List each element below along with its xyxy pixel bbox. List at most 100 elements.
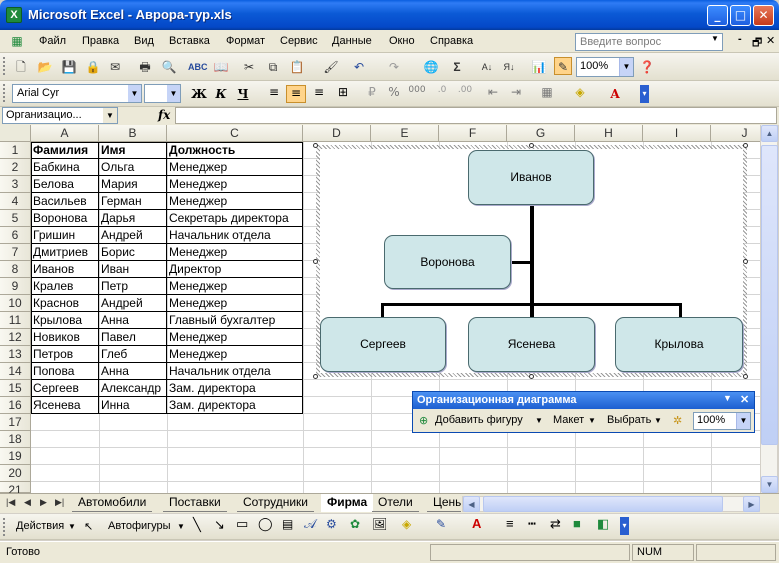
column-header-h[interactable]: H — [575, 125, 643, 142]
last-sheet-icon[interactable]: ▶| — [55, 497, 64, 508]
font-name-select[interactable]: Arial Cyr ▼ — [12, 84, 142, 103]
table-cell[interactable]: Директор — [167, 261, 303, 278]
table-cell[interactable]: Борис — [99, 244, 167, 261]
diagram-icon[interactable]: ⚙ — [326, 517, 337, 531]
table-cell[interactable]: Менеджер — [167, 329, 303, 346]
table-cell[interactable]: Дарья — [99, 210, 167, 227]
resize-handle[interactable] — [743, 143, 748, 148]
chevron-down-icon[interactable]: ▼ — [103, 108, 117, 123]
resize-handle[interactable] — [743, 374, 748, 379]
table-cell[interactable]: Ольга — [99, 159, 167, 176]
save-icon[interactable]: 💾 — [60, 58, 78, 76]
row-header[interactable]: 9 — [0, 278, 31, 295]
fill-color-icon[interactable]: ◈ — [402, 517, 411, 531]
sheet-tab[interactable]: Цены — [427, 494, 461, 512]
next-sheet-icon[interactable]: ▶ — [40, 497, 47, 508]
menu-window[interactable]: Окно — [389, 35, 415, 47]
bold-button[interactable]: Ж — [189, 85, 209, 103]
table-cell[interactable]: Менеджер — [167, 346, 303, 363]
scroll-down-icon[interactable]: ▼ — [761, 476, 778, 493]
arrow-icon[interactable]: ↘ — [214, 517, 225, 533]
select-button[interactable]: Выбрать — [607, 414, 651, 426]
org-node-subordinate[interactable]: Крылова — [615, 317, 743, 372]
row-header[interactable]: 2 — [0, 159, 31, 176]
formula-input[interactable] — [175, 107, 777, 124]
row-header[interactable]: 3 — [0, 176, 31, 193]
resize-handle[interactable] — [313, 374, 318, 379]
line-style-icon[interactable]: ≡ — [506, 516, 514, 531]
table-cell[interactable]: Мария — [99, 176, 167, 193]
menu-view[interactable]: Вид — [134, 35, 154, 47]
autoformat-icon[interactable]: ✲ — [673, 414, 682, 427]
hyperlink-icon[interactable]: 🌐 — [422, 58, 440, 76]
textbox-icon[interactable]: ▤ — [282, 517, 293, 531]
chevron-down-icon[interactable]: ▼ — [723, 393, 732, 403]
table-cell[interactable]: Менеджер — [167, 244, 303, 261]
open-folder-icon[interactable]: 📂 — [36, 58, 54, 76]
resize-handle[interactable] — [529, 374, 534, 379]
column-header-f[interactable]: F — [439, 125, 507, 142]
column-header-d[interactable]: D — [303, 125, 371, 142]
merge-center-icon[interactable]: ⊞ — [333, 85, 353, 103]
autosum-icon[interactable]: Σ — [448, 58, 466, 76]
toolbar-options-icon[interactable]: ▾ — [620, 517, 629, 535]
decrease-indent-icon[interactable]: ⇤ — [483, 85, 503, 103]
format-painter-icon[interactable]: 🖌 — [322, 58, 340, 76]
zoom-select[interactable]: 100% ▼ — [576, 57, 634, 77]
scroll-thumb[interactable] — [483, 496, 723, 512]
sort-descending-icon[interactable]: Я↓ — [500, 58, 518, 76]
clipart-icon[interactable]: ✿ — [350, 517, 360, 531]
picture-icon[interactable]: 🖼 — [372, 517, 387, 531]
org-node-top[interactable]: Иванов — [468, 150, 594, 205]
column-header-g[interactable]: G — [507, 125, 575, 142]
excel-app-icon[interactable]: X — [6, 7, 22, 23]
underline-button[interactable]: Ч — [233, 85, 253, 103]
table-cell[interactable]: Начальник отдела — [167, 227, 303, 244]
row-header[interactable]: 17 — [0, 414, 31, 431]
sheet-tab[interactable]: Поставки — [163, 494, 227, 512]
chevron-down-icon[interactable]: ▼ — [177, 522, 185, 531]
org-toolbar-title[interactable]: Организационная диаграмма ▼ ✕ — [413, 392, 754, 409]
row-header[interactable]: 11 — [0, 312, 31, 329]
table-cell[interactable]: Герман — [99, 193, 167, 210]
scroll-thumb[interactable] — [761, 145, 778, 445]
oval-icon[interactable]: ◯ — [258, 516, 273, 532]
copy-icon[interactable]: ⧉ — [264, 58, 282, 76]
row-header[interactable]: 10 — [0, 295, 31, 312]
row-header[interactable]: 19 — [0, 448, 31, 465]
prev-sheet-icon[interactable]: ◀ — [24, 497, 31, 508]
chevron-down-icon[interactable]: ▼ — [68, 522, 76, 531]
chevron-down-icon[interactable]: ▼ — [736, 413, 750, 429]
table-cell[interactable]: Инна — [99, 397, 167, 414]
table-cell[interactable]: Воронова — [31, 210, 99, 227]
table-cell[interactable]: Попова — [31, 363, 99, 380]
chevron-down-icon[interactable]: ▼ — [535, 416, 543, 425]
scroll-right-icon[interactable]: ▶ — [743, 496, 760, 512]
row-header[interactable]: 16 — [0, 397, 31, 414]
toolbar-options-icon[interactable]: ▾ — [640, 85, 649, 103]
toolbar-grip[interactable] — [3, 518, 6, 536]
menu-tools[interactable]: Сервис — [280, 35, 318, 47]
print-preview-icon[interactable]: 🔍 — [160, 58, 178, 76]
sheet-tab[interactable]: Автомобили — [72, 494, 153, 512]
sheet-tab[interactable]: Отели — [372, 494, 419, 512]
select-all-corner[interactable] — [0, 125, 31, 142]
sheet-tab[interactable]: Сотрудники — [237, 494, 314, 512]
sheet-tab-active[interactable]: Фирма — [321, 494, 374, 512]
line-icon[interactable]: ╲ — [193, 517, 201, 533]
minimize-button[interactable]: _ — [707, 5, 728, 26]
table-cell[interactable]: Крылова — [31, 312, 99, 329]
align-left-icon[interactable]: ≡ — [264, 85, 284, 103]
rectangle-icon[interactable]: ▭ — [236, 516, 248, 532]
row-header[interactable]: 5 — [0, 210, 31, 227]
resize-handle[interactable] — [313, 259, 318, 264]
name-box[interactable]: Организацио... ▼ — [2, 107, 118, 124]
chevron-down-icon[interactable]: ▼ — [167, 85, 180, 102]
doc-close-button[interactable]: ✕ — [766, 34, 775, 47]
permission-icon[interactable]: 🔒 — [84, 58, 102, 76]
row-header[interactable]: 21 — [0, 482, 31, 493]
table-cell[interactable]: Менеджер — [167, 295, 303, 312]
chevron-down-icon[interactable]: ▼ — [711, 34, 719, 43]
table-cell[interactable]: Главный бухгалтер — [167, 312, 303, 329]
menu-data[interactable]: Данные — [332, 35, 372, 47]
